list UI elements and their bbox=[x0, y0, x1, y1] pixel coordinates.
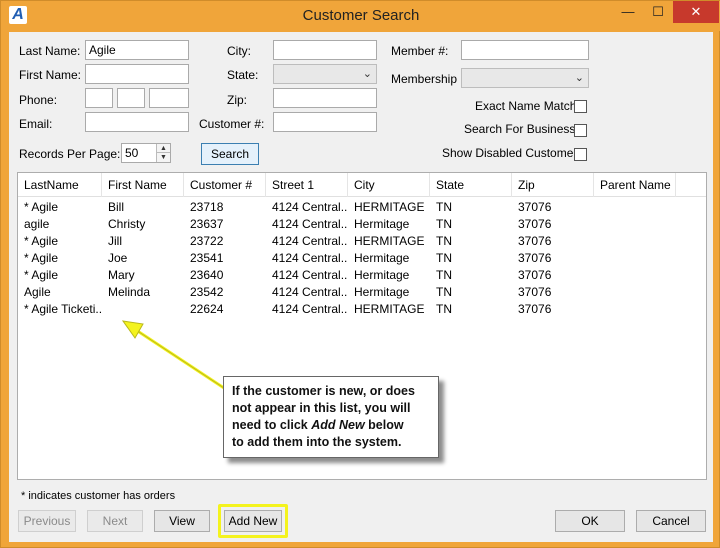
annotation-line-3-end: below bbox=[364, 418, 404, 432]
annotation-callout: If the customer is new, or does not appe… bbox=[223, 376, 439, 458]
maximize-button[interactable]: ☐ bbox=[643, 1, 673, 23]
view-button[interactable]: View bbox=[154, 510, 210, 532]
annotation-line-1: If the customer is new, or does bbox=[232, 384, 415, 398]
annotation-line-3-start: need to click bbox=[232, 418, 312, 432]
annotation-line-4: to add them into the system. bbox=[232, 435, 402, 449]
title-bar[interactable]: A Customer Search — ☐ ✕ bbox=[1, 1, 720, 31]
ok-button[interactable]: OK bbox=[555, 510, 625, 532]
minimize-button[interactable]: — bbox=[613, 1, 643, 23]
customer-search-window: A Customer Search — ☐ ✕ Last Name: Agile… bbox=[0, 0, 720, 548]
annotation-arrow-icon bbox=[121, 320, 228, 392]
previous-button[interactable]: Previous bbox=[18, 510, 76, 532]
orders-footnote: * indicates customer has orders bbox=[21, 490, 176, 502]
annotation-line-3: need to click Add New below bbox=[232, 417, 430, 434]
add-new-highlight-box bbox=[218, 504, 288, 538]
close-button[interactable]: ✕ bbox=[673, 1, 719, 23]
annotation-line-2: not appear in this list, you will bbox=[232, 401, 411, 415]
dialog-body: Last Name: Agile First Name: Phone: Emai… bbox=[9, 32, 713, 542]
next-button[interactable]: Next bbox=[87, 510, 143, 532]
cancel-button[interactable]: Cancel bbox=[636, 510, 706, 532]
annotation-add-new-emphasis: Add New bbox=[311, 418, 365, 432]
